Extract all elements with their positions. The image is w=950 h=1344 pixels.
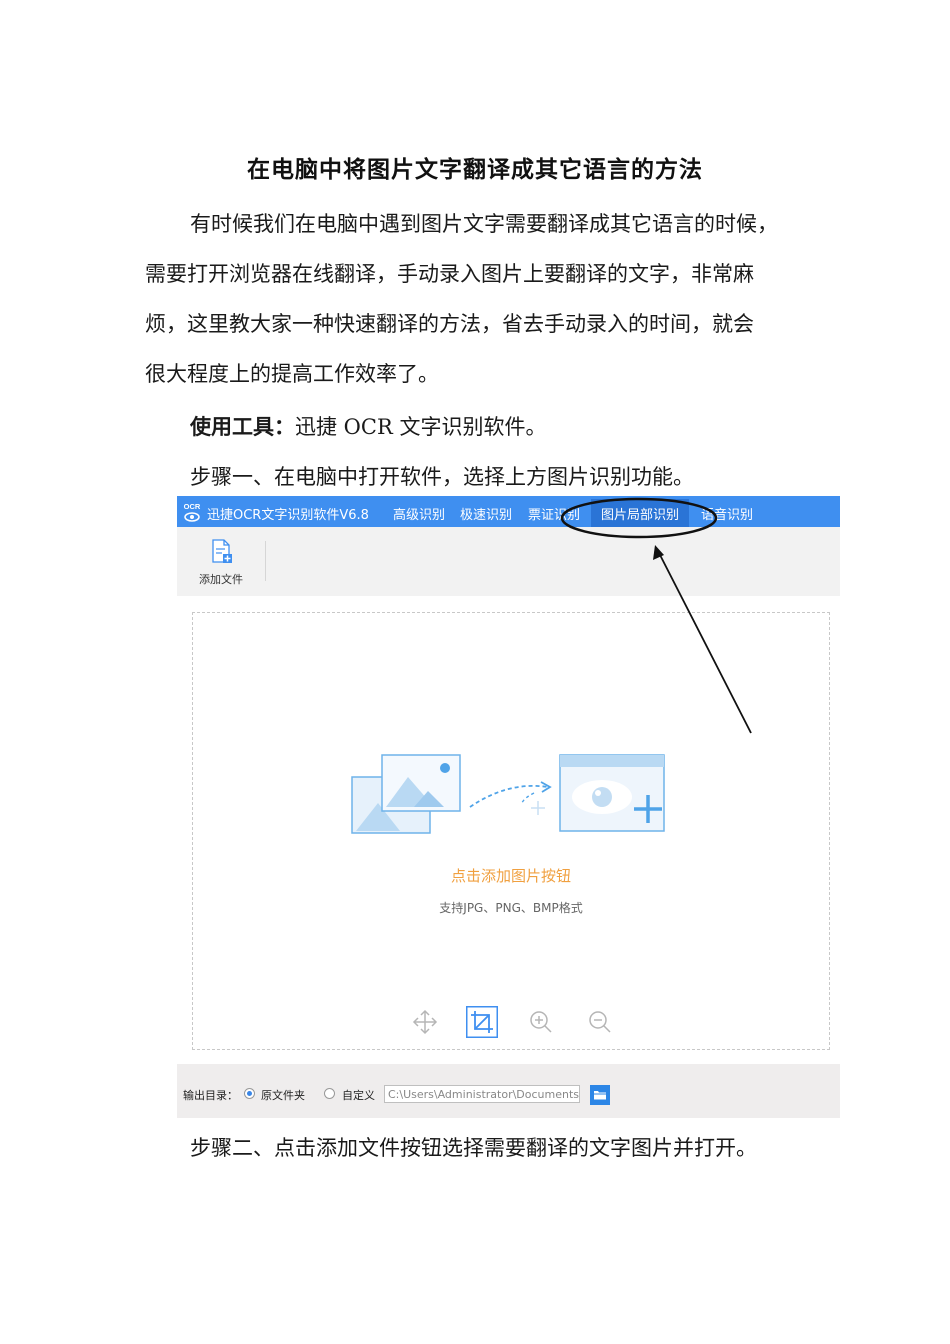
ocr-app-screenshot: OCR 迅捷OCR文字识别软件V6.8 高级识别 极速识别 票证识别 图片局部识… xyxy=(177,496,840,1118)
browse-folder-button[interactable] xyxy=(590,1085,610,1105)
zoom-out-icon[interactable] xyxy=(584,1006,616,1038)
toolbar-divider xyxy=(265,541,266,581)
intro-line: 烦，这里教大家一种快速翻译的方法，省去手动录入的时间，就会 xyxy=(145,312,754,336)
logo-text: OCR xyxy=(184,502,201,511)
custom-folder-radio[interactable] xyxy=(324,1088,335,1099)
app-name: 迅捷OCR文字识别软件V6.8 xyxy=(207,508,369,523)
step1-text: 步骤一、在电脑中打开软件，选择上方图片识别功能。 xyxy=(190,465,694,489)
tool-text: 迅捷 OCR 文字识别软件。 xyxy=(295,415,547,439)
add-file-button[interactable]: 添加文件 xyxy=(193,537,249,589)
step2-text: 步骤二、点击添加文件按钮选择需要翻译的文字图片并打开。 xyxy=(190,1136,757,1160)
app-titlebar: OCR 迅捷OCR文字识别软件V6.8 高级识别 极速识别 票证识别 图片局部识… xyxy=(177,496,840,528)
supported-formats-text: 支持JPG、PNG、BMP格式 xyxy=(439,901,583,915)
image-drop-area[interactable]: 点击添加图片按钮 支持JPG、PNG、BMP格式 xyxy=(192,612,830,1050)
page-title: 在电脑中将图片文字翻译成其它语言的方法 xyxy=(247,157,703,183)
crop-tool-icon[interactable] xyxy=(466,1006,498,1038)
output-path-field[interactable]: C:\Users\Administrator\Documents xyxy=(384,1085,580,1103)
output-directory-label: 输出目录： xyxy=(183,1089,238,1102)
menu-fast-ocr[interactable]: 极速识别 xyxy=(460,504,512,523)
custom-folder-label: 自定义 xyxy=(342,1089,375,1102)
original-folder-radio[interactable] xyxy=(244,1088,255,1099)
intro-line: 很大程度上的提高工作效率了。 xyxy=(145,362,439,386)
menu-advanced-ocr[interactable]: 高级识别 xyxy=(393,504,445,523)
add-image-prompt[interactable]: 点击添加图片按钮 xyxy=(193,865,829,886)
folder-icon xyxy=(594,1091,606,1100)
zoom-in-icon[interactable] xyxy=(525,1006,557,1038)
menu-ticket-ocr[interactable]: 票证识别 xyxy=(528,504,580,523)
add-image-illustration-icon xyxy=(351,754,665,834)
intro-line: 有时候我们在电脑中遇到图片文字需要翻译成其它语言的时候， xyxy=(190,212,778,236)
output-directory-bar: 输出目录： 原文件夹 自定义 C:\Users\Administrator\Do… xyxy=(177,1064,840,1118)
move-tool-icon[interactable] xyxy=(409,1006,441,1038)
app-toolbar: 添加文件 xyxy=(177,527,840,596)
menu-partial-image-ocr[interactable]: 图片局部识别 xyxy=(591,499,690,528)
ocr-eye-logo-icon: OCR xyxy=(184,502,201,522)
tool-label: 使用工具： xyxy=(190,415,295,439)
tool-line: 使用工具：迅捷 OCR 文字识别软件。 xyxy=(190,411,546,441)
add-file-icon xyxy=(212,539,232,563)
intro-line: 需要打开浏览器在线翻译，手动录入图片上要翻译的文字，非常麻 xyxy=(145,262,754,286)
add-file-label: 添加文件 xyxy=(199,573,243,586)
menu-voice-recognition[interactable]: 语音识别 xyxy=(701,504,753,523)
intro-paragraph: 有时候我们在电脑中遇到图片文字需要翻译成其它语言的时候， 需要打开浏览器在线翻译… xyxy=(145,199,815,399)
original-folder-label: 原文件夹 xyxy=(261,1089,305,1102)
